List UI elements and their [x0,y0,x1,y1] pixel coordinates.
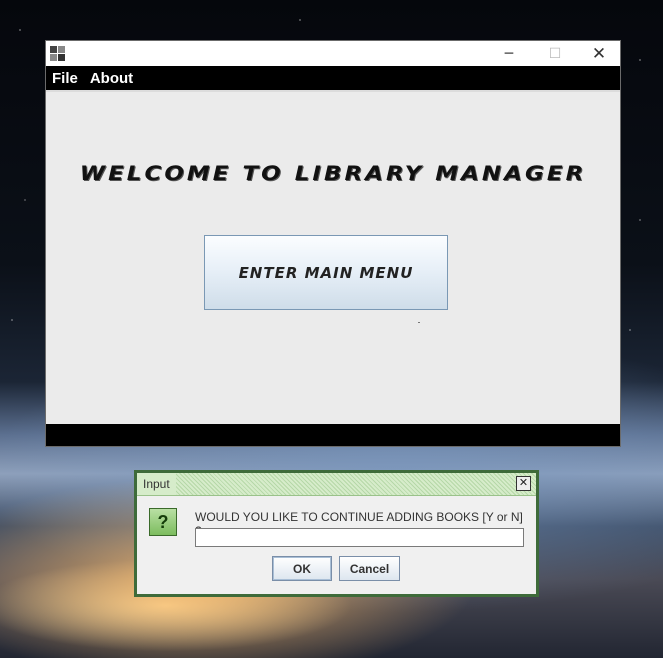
menu-divider [46,90,620,92]
menu-bar: File About [46,66,620,90]
dialog-title: Input [137,473,176,495]
app-icon [50,46,65,61]
dialog-title-bar[interactable]: Input ✕ [137,473,536,496]
close-window-button[interactable]: ✕ [576,41,622,66]
title-bar[interactable]: ─ ☐ ✕ [46,41,620,66]
status-bar [46,424,620,446]
menu-about[interactable]: About [90,70,133,87]
enter-main-menu-button[interactable]: ENTER MAIN MENU [204,235,448,310]
stray-mark [418,322,420,323]
dialog-close-icon[interactable]: ✕ [516,476,531,491]
input-dialog: Input ✕ ? WOULD YOU LIKE TO CONTINUE ADD… [134,470,539,597]
ok-button[interactable]: OK [272,556,332,581]
menu-file[interactable]: File [52,70,78,87]
answer-input[interactable] [195,528,524,547]
maximize-button[interactable]: ☐ [532,41,578,66]
welcome-heading: WELCOME TO LIBRARY MANAGER [79,162,587,186]
question-icon: ? [149,508,177,536]
library-manager-window: ─ ☐ ✕ File About WELCOME TO LIBRARY MANA… [45,40,621,447]
cancel-button[interactable]: Cancel [339,556,400,581]
minimize-button[interactable]: ─ [486,41,532,66]
